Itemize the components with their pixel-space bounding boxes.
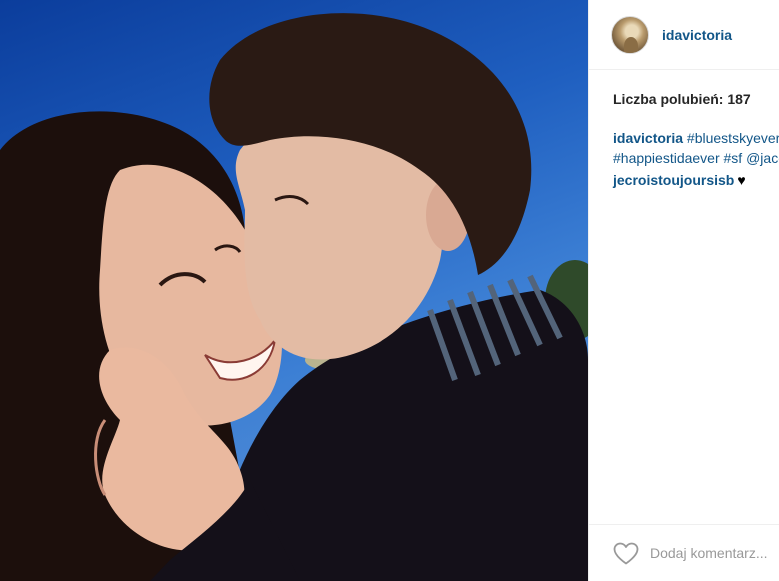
post-footer bbox=[589, 524, 779, 581]
comment-item: jecroistoujoursisb ♥ bbox=[613, 170, 746, 190]
avatar[interactable] bbox=[611, 15, 649, 54]
caption-hashtags-line2[interactable]: #happiestidaever #sf @jaco bbox=[613, 150, 779, 166]
post-side-panel: idavictoria Liczba polubień: 187 idavict… bbox=[588, 0, 779, 581]
caption-hashtags-line1[interactable]: #bluestskyever bbox=[687, 130, 779, 146]
like-button[interactable] bbox=[611, 539, 640, 567]
black-heart-emoji: ♥ bbox=[737, 172, 746, 188]
likes-count[interactable]: Liczba polubień: 187 bbox=[613, 91, 751, 107]
post-caption: idavictoria #bluestskyever #happiestidae… bbox=[613, 128, 779, 168]
header-username-link[interactable]: idavictoria bbox=[662, 27, 732, 43]
caption-username-link[interactable]: idavictoria bbox=[613, 130, 683, 146]
comment-input[interactable] bbox=[650, 545, 779, 561]
comment-username-link[interactable]: jecroistoujoursisb bbox=[613, 172, 734, 188]
photo-illustration bbox=[0, 13, 588, 581]
heart-outline-icon bbox=[613, 542, 638, 564]
post-header: idavictoria bbox=[589, 0, 779, 70]
post-photo[interactable] bbox=[0, 0, 588, 581]
